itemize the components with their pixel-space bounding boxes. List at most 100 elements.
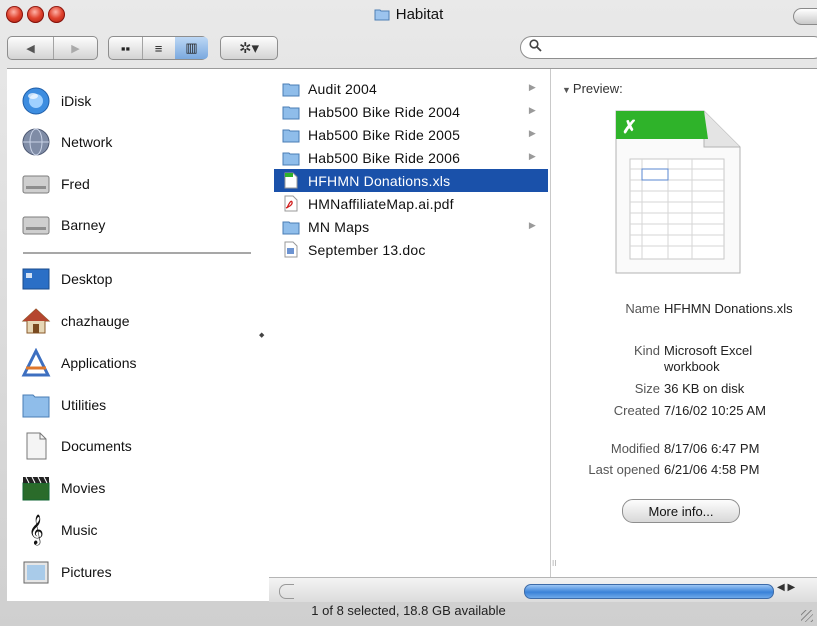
navigation-buttons: ◀ ▶ [7,36,98,60]
sidebar-item-network[interactable]: Network [19,124,112,160]
sidebar-resize-handle[interactable]: ◆ [257,69,269,601]
gear-glyph: ✲▾ [238,40,260,57]
sidebar-item-utilities[interactable]: Utilities [19,387,106,423]
info-value-name: HFHMN Donations.xls [664,301,793,316]
finder-window: Habitat ◀ ▶ ▪▪ ≡ ▥ ✲▾ iDisk Network Fred… [0,0,817,626]
scrollbar-thumb[interactable] [524,584,774,599]
info-label-kind: Kind [633,343,660,358]
scrollbar-track-left-cap [279,584,294,599]
sidebar-item-fred[interactable]: Fred [19,166,90,202]
list-item[interactable]: Hab500 Bike Ride 2006 ▶ [274,146,548,169]
sidebar-item-documents[interactable]: Documents [19,428,132,464]
hard-drive-icon [19,168,53,200]
back-button[interactable]: ◀ [8,37,54,59]
folder-icon [281,103,301,121]
info-label-modified: Modified [610,441,660,456]
status-bar: 1 of 8 selected, 18.8 GB available [0,600,817,626]
list-item[interactable]: Hab500 Bike Ride 2004 ▶ [274,100,548,123]
list-view-button[interactable]: ≡ [142,37,176,59]
sidebar-item-desktop[interactable]: Desktop [19,261,112,297]
file-name: September 13.doc [308,241,426,258]
list-view-icon: ≡ [154,40,163,56]
view-mode-buttons: ▪▪ ≡ ▥ [108,36,208,60]
sidebar-item-label: Music [61,522,98,538]
preview-column: ▼ Preview: ✗ Name HFHMN Donations.xls Ki… [552,69,804,569]
list-item[interactable]: Audit 2004 ▶ [274,77,548,100]
sidebar-item-label: iDisk [61,93,92,109]
sidebar-item-label: Pictures [61,564,112,580]
excel-file-icon [281,172,301,190]
column-view-button[interactable]: ▥ [175,37,208,59]
window-title-label: Habitat [395,6,444,23]
list-item[interactable]: September 13.doc [274,238,548,261]
pictures-icon [19,556,53,588]
info-label-created: Created [613,403,660,418]
sidebar-item-label: Barney [61,217,106,233]
sidebar-item-label: Utilities [61,397,107,413]
horizontal-scrollbar[interactable]: ◀ ▶ [269,577,817,602]
more-info-button[interactable]: More info... [622,499,740,523]
sidebar-item-music[interactable]: 𝄞 Music [19,512,98,548]
folder-icon [374,7,390,25]
sidebar-item-idisk[interactable]: iDisk [19,83,91,119]
forward-arrow-icon: ▶ [71,42,80,55]
title-bar[interactable]: Habitat [0,0,817,30]
sidebar-item-label: chazhauge [61,313,130,329]
folder-icon [281,80,301,98]
disclosure-arrow-icon: ▶ [528,128,536,138]
info-value-size: 36 KB on disk [664,381,745,396]
music-icon: 𝄞 [28,514,44,544]
preview-heading[interactable]: ▼ Preview: [562,81,623,96]
sidebar-item-label: Desktop [61,271,113,287]
info-value-kind: Microsoft Excel workbook [664,343,753,374]
info-label-name: Name [625,301,660,316]
documents-icon [19,430,53,462]
icon-view-icon: ▪▪ [120,40,131,56]
sidebar-item-label: Documents [61,438,132,454]
action-menu-button[interactable]: ✲▾ [220,36,278,60]
file-name: Hab500 Bike Ride 2004 [308,103,461,120]
network-globe-icon [19,126,53,158]
sidebar-item-barney[interactable]: Barney [19,207,105,243]
forward-button[interactable]: ▶ [53,37,98,59]
column-resize-handle[interactable]: II [552,559,556,568]
info-value-created: 7/16/02 10:25 AM [664,403,766,418]
clapperboard-icon [19,472,53,504]
resize-grip-icon: ◆ [259,332,265,339]
folder-icon [281,149,301,167]
info-label-last-opened: Last opened [588,462,660,477]
list-item[interactable]: HMNaffiliateMap.ai.pdf [274,192,548,215]
applications-icon [19,347,53,379]
idisk-icon [19,85,53,117]
list-item[interactable]: Hab500 Bike Ride 2005 ▶ [274,123,548,146]
disclosure-triangle-icon: ▼ [562,85,571,95]
sidebar: iDisk Network Fred Barney Desktop chazha… [7,69,258,601]
sidebar-item-movies[interactable]: Movies [19,470,105,506]
browser-content: iDisk Network Fred Barney Desktop chazha… [7,68,817,602]
scroll-arrows-icon[interactable]: ◀ ▶ [777,582,795,593]
sidebar-item-pictures[interactable]: Pictures [19,554,112,590]
file-name: Audit 2004 [308,80,377,97]
disclosure-arrow-icon: ▶ [528,105,536,115]
list-item-selected[interactable]: HFHMN Donations.xls [274,169,548,192]
folder-icon [281,126,301,144]
disclosure-arrow-icon: ▶ [528,220,536,230]
file-name: HMNaffiliateMap.ai.pdf [308,195,454,212]
resize-corner-icon[interactable] [801,610,813,622]
icon-view-button[interactable]: ▪▪ [109,37,143,59]
sidebar-item-applications[interactable]: Applications [19,345,137,381]
search-field[interactable] [520,36,817,59]
word-document-icon [281,241,301,259]
hard-drive-icon [19,209,53,241]
sidebar-separator [23,252,251,254]
list-item[interactable]: MN Maps ▶ [274,215,548,238]
gear-icon: ✲▾ [221,37,277,59]
excel-document-preview-icon: ✗ [608,107,748,277]
info-value-modified: 8/17/06 6:47 PM [664,441,760,456]
sidebar-item-label: Fred [61,176,90,192]
sidebar-item-chazhauge[interactable]: chazhauge [19,303,130,339]
toolbar-toggle-button[interactable] [793,8,817,25]
home-icon [19,305,53,337]
file-name: MN Maps [308,218,370,235]
file-name: Hab500 Bike Ride 2006 [308,149,461,166]
